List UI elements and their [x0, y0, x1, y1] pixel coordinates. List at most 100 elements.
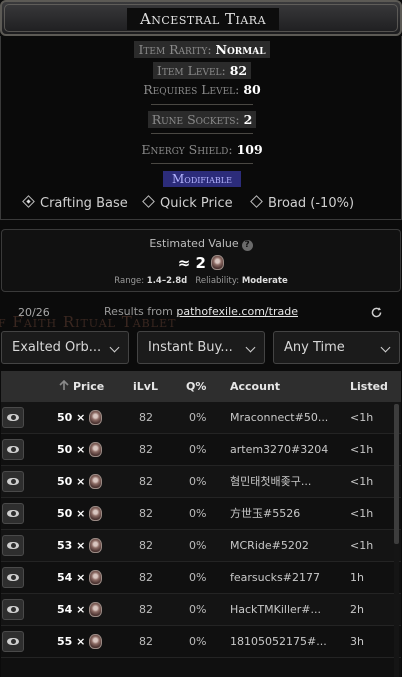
table-row[interactable]: 53 × 82 0% MCRide#5202 <1h — [1, 530, 401, 562]
energy-shield-label: Energy Shield: — [141, 142, 233, 157]
listed-cell: <1h — [350, 475, 374, 488]
account-cell[interactable]: artem3270#3204 — [230, 434, 330, 466]
requires-level: Requires Level: 80 — [1, 82, 402, 97]
quality-header[interactable]: Q% — [186, 371, 206, 402]
account-cell[interactable]: fearsucks#2177 — [230, 562, 330, 594]
price-cell: 54 × — [57, 594, 109, 626]
account-cell[interactable]: 方世玉#5526 — [230, 498, 330, 530]
time-filter-select[interactable]: Any Time — [273, 331, 400, 364]
time-filter-value: Any Time — [284, 340, 345, 355]
modifiable-badge: Modifiable — [163, 171, 241, 187]
exalted-orb-icon — [89, 601, 103, 617]
item-level-value: 82 — [229, 63, 248, 78]
account-cell[interactable]: MCRide#5202 — [230, 530, 330, 562]
account-cell[interactable]: HackTMKiller#... — [230, 594, 330, 626]
table-row[interactable]: 50 × 82 0% artem3270#3204 <1h — [1, 434, 401, 466]
ilvl-cell: 82 — [139, 539, 153, 552]
exalted-orb-icon — [89, 633, 103, 649]
mode-quick-price[interactable]: Quick Price — [142, 195, 233, 212]
quality-cell: 0% — [189, 507, 207, 520]
item-level: Item Level: 82 — [1, 62, 402, 79]
energy-shield: Energy Shield: 109 — [1, 142, 402, 157]
ilvl-header[interactable]: iLvL — [133, 371, 158, 402]
chevron-down-icon — [245, 342, 256, 353]
separator — [151, 163, 253, 164]
account-header[interactable]: Account — [230, 371, 280, 402]
rune-sockets: Rune Sockets: 2 — [1, 111, 402, 128]
listed-cell: <1h — [350, 539, 374, 552]
mode-quick-price-label: Quick Price — [160, 196, 233, 211]
chevron-down-icon — [380, 342, 391, 353]
estimated-value-panel: Estimated Value? ≈ 2 Range: 1.4–2.8d Rel… — [1, 229, 401, 292]
eye-icon[interactable] — [2, 471, 24, 492]
account-cell[interactable]: Mraconnect#50... — [230, 402, 330, 434]
price-cell: 50 × — [57, 498, 109, 530]
price-cell: 50 × — [57, 466, 109, 498]
chevron-down-icon — [109, 342, 120, 353]
rune-sockets-value: 2 — [243, 112, 253, 127]
table-row[interactable]: 55 × 82 0% 18105052175#... 3h — [1, 626, 401, 658]
mode-broad[interactable]: Broad (-10%) — [250, 195, 354, 212]
trade-link[interactable]: pathofexile.com/trade — [176, 305, 298, 318]
eye-icon[interactable] — [2, 407, 24, 428]
table-row[interactable]: 54 × 82 0% HackTMKiller#... 2h — [1, 594, 401, 626]
account-cell[interactable]: 18105052175#... — [230, 626, 330, 658]
table-header: Price iLvL Q% Account Listed — [1, 371, 401, 402]
buyout-filter-select[interactable]: Instant Buy... — [137, 331, 265, 364]
exalted-orb-icon — [89, 409, 103, 425]
account-cell[interactable]: 혐민태첫배좆구... — [230, 466, 330, 498]
buyout-filter-value: Instant Buy... — [148, 340, 233, 355]
table-row[interactable]: 50 × 82 0% 方世玉#5526 <1h — [1, 498, 401, 530]
question-circle-icon[interactable]: ? — [241, 240, 253, 251]
price-cell: 50 × — [57, 434, 109, 466]
listed-cell: 3h — [350, 635, 364, 648]
eye-icon[interactable] — [2, 439, 24, 460]
quality-cell: 0% — [189, 635, 207, 648]
ilvl-cell: 82 — [139, 571, 153, 584]
eye-icon[interactable] — [2, 535, 24, 556]
price-value: 50 × — [57, 411, 86, 424]
scrollbar-thumb[interactable] — [394, 404, 399, 544]
listed-header[interactable]: Listed — [350, 371, 388, 402]
price-cell: 50 × — [57, 402, 109, 434]
results-source-prefix: Results from — [104, 305, 173, 318]
exalted-orb-icon — [89, 569, 103, 585]
listed-cell: 1h — [350, 571, 364, 584]
table-row[interactable]: 50 × 82 0% Mraconnect#50... <1h — [1, 402, 401, 434]
quality-cell: 0% — [189, 475, 207, 488]
radio-diamond-icon — [142, 195, 155, 208]
sort-price-header[interactable]: Price — [59, 371, 104, 402]
eye-icon[interactable] — [2, 599, 24, 620]
estimate-meta: Range: 1.4–2.8d Reliability: Moderate — [2, 276, 400, 286]
range-value: 1.4–2.8d — [146, 276, 188, 286]
price-value: 50 × — [57, 475, 86, 488]
item-properties: Item Rarity: Normal Item Level: 82 Requi… — [0, 36, 402, 220]
quality-cell: 0% — [189, 603, 207, 616]
estimate-title-row: Estimated Value? — [2, 237, 400, 251]
price-cell: 55 × — [57, 626, 109, 658]
range-label: Range: — [114, 276, 145, 286]
energy-shield-value: 109 — [236, 142, 263, 157]
refresh-icon[interactable] — [370, 306, 383, 319]
item-rarity-label: Item Rarity: — [138, 42, 212, 57]
price-value: 50 × — [57, 443, 86, 456]
listed-cell: <1h — [350, 507, 374, 520]
eye-icon[interactable] — [2, 503, 24, 524]
table-row[interactable]: 54 × 82 0% fearsucks#2177 1h — [1, 562, 401, 594]
item-rarity-value: Normal — [215, 42, 266, 57]
item-rarity: Item Rarity: Normal — [1, 41, 402, 58]
quality-cell: 0% — [189, 443, 207, 456]
eye-icon[interactable] — [2, 567, 24, 588]
mode-crafting-base[interactable]: Crafting Base — [22, 195, 128, 212]
listed-cell: <1h — [350, 411, 374, 424]
results-bar: of Faith Ritual Tablet 20/26 Results fro… — [0, 300, 402, 331]
price-value: 53 × — [57, 539, 86, 552]
results-source: Results from pathofexile.com/trade — [0, 305, 402, 318]
ilvl-cell: 82 — [139, 411, 153, 424]
currency-filter-select[interactable]: Exalted Orb... — [1, 331, 129, 364]
ilvl-cell: 82 — [139, 475, 153, 488]
table-row[interactable]: 50 × 82 0% 혐민태첫배좆구... <1h — [1, 466, 401, 498]
eye-icon[interactable] — [2, 631, 24, 652]
ilvl-cell: 82 — [139, 507, 153, 520]
exalted-orb-icon — [89, 473, 103, 489]
